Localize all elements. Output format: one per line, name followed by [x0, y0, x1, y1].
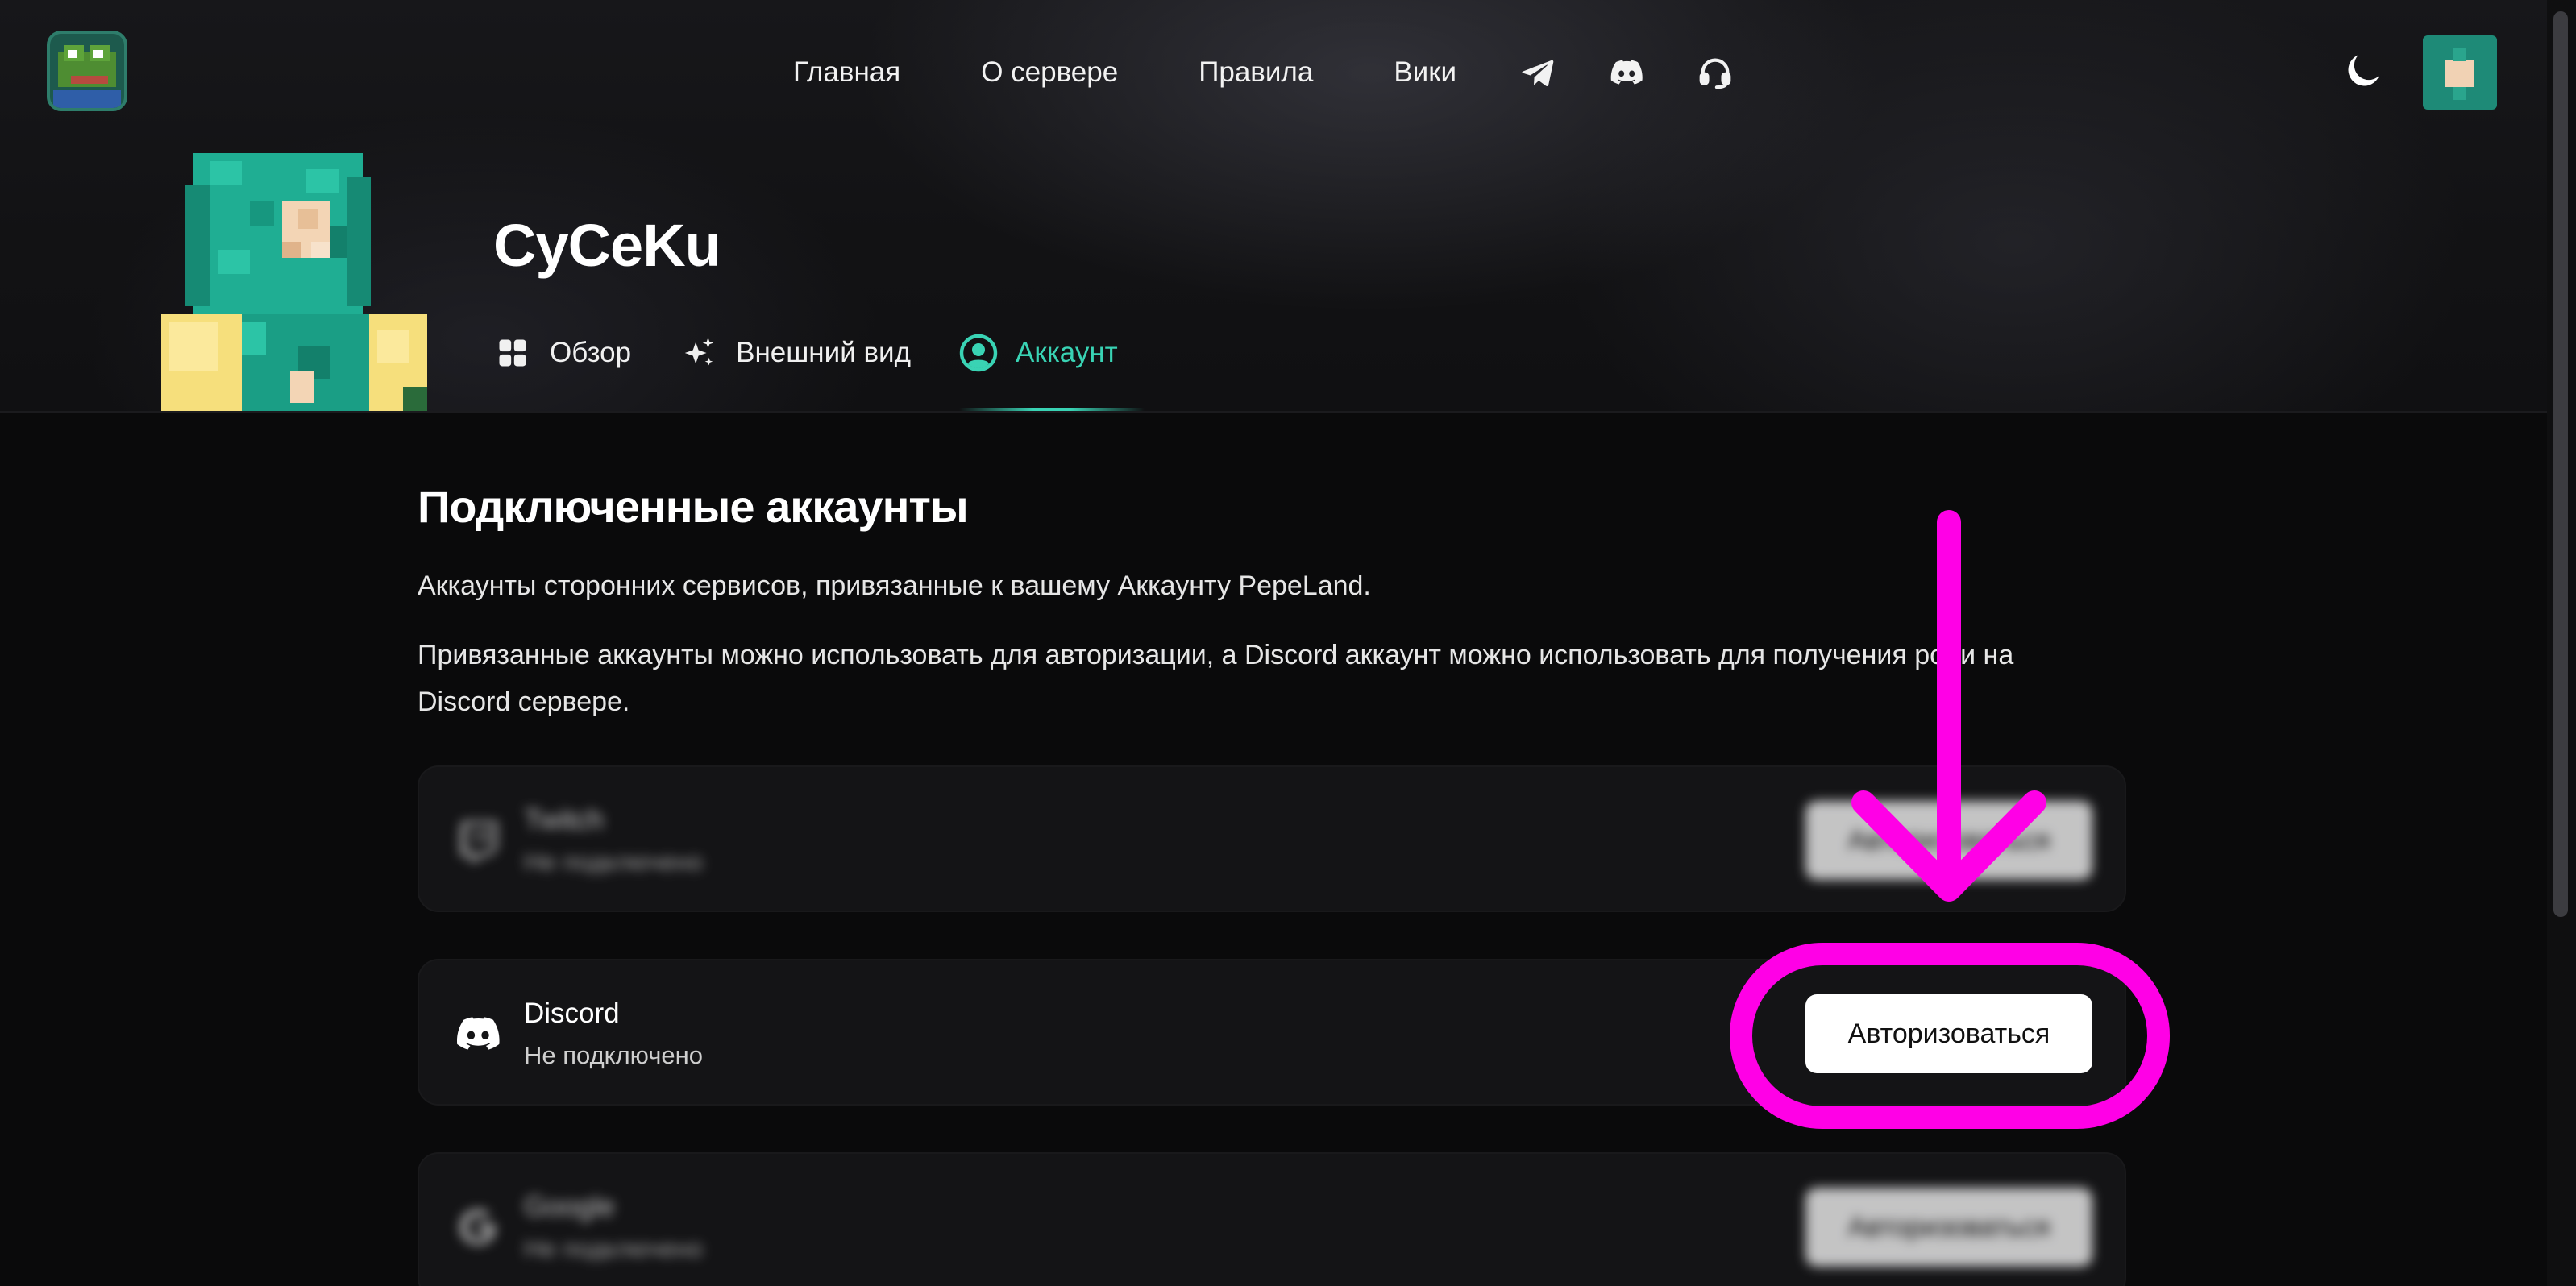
- user-avatar[interactable]: [2423, 35, 2497, 110]
- skin-render: [161, 153, 427, 411]
- telegram-icon[interactable]: [1518, 52, 1558, 93]
- account-name: Google: [524, 1191, 615, 1222]
- tab-label: Обзор: [550, 337, 632, 368]
- tab-overview[interactable]: Обзор: [493, 334, 631, 372]
- authorize-discord-button[interactable]: Авторизоваться: [1805, 994, 2092, 1073]
- section-description: Аккаунты сторонних сервисов, привязанные…: [418, 570, 1371, 601]
- nav-link-about[interactable]: О сервере: [981, 56, 1118, 89]
- discord-icon: [450, 1006, 506, 1062]
- account-status: Не подключено: [524, 1041, 703, 1069]
- authorize-button[interactable]: Авторизоваться: [1805, 1188, 2092, 1267]
- tab-appearance[interactable]: Внешний вид: [679, 334, 911, 372]
- moon-icon[interactable]: [2341, 48, 2386, 93]
- active-tab-indicator: [959, 408, 1145, 411]
- tab-account[interactable]: Аккаунт: [959, 334, 1118, 372]
- tab-label: Аккаунт: [1016, 337, 1118, 368]
- discord-icon[interactable]: [1606, 52, 1647, 93]
- account-name: Discord: [524, 998, 620, 1029]
- nav-link-wiki[interactable]: Вики: [1394, 56, 1456, 89]
- authorize-button[interactable]: Авторизоваться: [1805, 801, 2092, 880]
- google-icon: [450, 1199, 506, 1255]
- section-title: Подключенные аккаунты: [418, 481, 969, 532]
- account-card-google: Google Не подключено Авторизоваться: [418, 1152, 2126, 1286]
- support-headset-icon[interactable]: [1695, 52, 1735, 93]
- scrollbar-thumb[interactable]: [2553, 11, 2568, 917]
- site-logo[interactable]: [47, 31, 127, 111]
- account-status: Не подключено: [524, 1234, 703, 1263]
- user-circle-icon: [959, 334, 998, 372]
- profile-tabs: Обзор Внешний вид Аккаунт: [493, 334, 1166, 372]
- account-status: Не подключено: [524, 848, 703, 876]
- page: Главная О сервере Правила Вики CyCeKu Об…: [0, 0, 2576, 1286]
- nav-link-rules[interactable]: Правила: [1199, 56, 1313, 89]
- profile-username: CyCeKu: [493, 212, 721, 279]
- grid-icon: [493, 334, 532, 372]
- main-nav: Главная О сервере Правила Вики: [793, 48, 1784, 97]
- account-name: Twitch: [524, 804, 605, 836]
- nav-link-home[interactable]: Главная: [793, 56, 900, 89]
- tab-label: Внешний вид: [736, 337, 912, 368]
- account-card-discord: Discord Не подключено Авторизоваться: [418, 959, 2126, 1106]
- section-description-extra: Привязанные аккаунты можно использовать …: [418, 640, 2014, 717]
- twitch-icon: [450, 812, 506, 869]
- sparkles-icon: [679, 334, 718, 372]
- account-card-twitch: Twitch Не подключено Авторизоваться: [418, 765, 2126, 912]
